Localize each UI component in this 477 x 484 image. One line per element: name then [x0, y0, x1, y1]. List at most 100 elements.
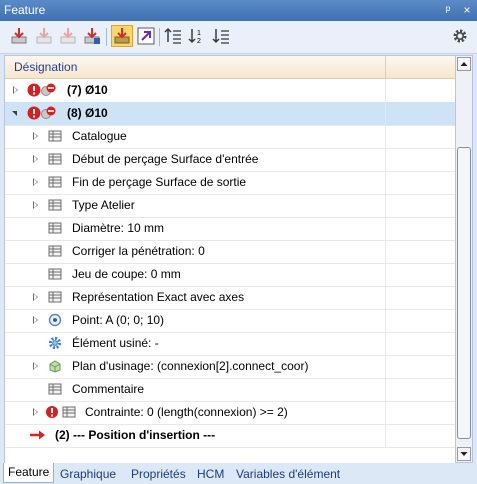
insert-feature-icon[interactable]	[9, 26, 29, 46]
tree-row-end-surface[interactable]: Fin de perçage Surface de sortie	[5, 171, 455, 195]
close-icon[interactable]: ×	[459, 2, 475, 18]
tree-row-label: Commentaire	[72, 382, 145, 396]
expand-arrow-icon[interactable]	[33, 293, 38, 301]
tree-row-diametre[interactable]: Diamètre: 10 mm	[5, 217, 455, 241]
tree-row-feature-8[interactable]: (8) Ø10	[5, 102, 455, 126]
tree-row-label: Type Atelier	[72, 198, 135, 212]
drill-feature-icon	[41, 106, 56, 120]
tree-row-label: (8) Ø10	[67, 106, 108, 120]
expand-arrow-icon[interactable]	[33, 316, 38, 324]
tree-row-label: Début de perçage Surface d'entrée	[72, 152, 259, 166]
column-line	[385, 79, 386, 102]
parameter-table-icon	[48, 290, 62, 304]
tree-row-label: Plan d'usinage: (connexion[2].connect_co…	[72, 359, 309, 373]
column-line	[385, 378, 386, 401]
error-icon	[27, 106, 41, 120]
expand-arrow-icon[interactable]	[33, 201, 38, 209]
point-icon	[48, 313, 62, 327]
tree-row-element-usine[interactable]: Élément usiné: -	[5, 332, 455, 356]
expand-arrow-icon[interactable]	[33, 155, 38, 163]
insert-disabled-icon[interactable]	[58, 26, 78, 46]
tree-row-label: Diamètre: 10 mm	[72, 221, 165, 235]
column-header-label: Désignation	[14, 60, 78, 74]
column-line	[385, 263, 386, 286]
column-line	[385, 286, 386, 309]
tree-row-start-surface[interactable]: Début de perçage Surface d'entrée	[5, 148, 455, 172]
sort-up-icon[interactable]	[163, 26, 183, 46]
tree-row-label: Élément usiné: -	[72, 336, 159, 350]
tab-feature[interactable]: Feature	[3, 463, 55, 483]
scroll-up-button[interactable]	[457, 57, 471, 71]
parameter-table-icon	[48, 129, 62, 143]
svg-text:2: 2	[197, 38, 201, 45]
tree-row-insertion-position[interactable]: (2) --- Position d'insertion ---	[5, 424, 455, 448]
parameter-table-icon	[48, 152, 62, 166]
tree-row-label: (2) --- Position d'insertion ---	[55, 428, 216, 442]
tab-variables-element[interactable]: Variables d'élément	[232, 466, 344, 483]
column-line	[385, 102, 386, 125]
expand-arrow-icon[interactable]	[33, 408, 38, 416]
link-arrow-icon[interactable]	[136, 26, 156, 46]
tab-proprietes[interactable]: Propriétés	[127, 466, 190, 483]
insert-disabled-icon[interactable]	[34, 26, 54, 46]
tree-row-penetration[interactable]: Corriger la pénétration: 0	[5, 240, 455, 264]
insert-highlight-icon[interactable]	[111, 25, 133, 47]
tree-row-type-atelier[interactable]: Type Atelier	[5, 194, 455, 218]
tree-row-point[interactable]: Point: A (0; 0; 10)	[5, 309, 455, 333]
parameter-table-icon	[48, 175, 62, 189]
gear-icon[interactable]	[451, 27, 469, 45]
sort-numbers-icon[interactable]: 12	[187, 26, 207, 46]
column-line	[385, 171, 386, 194]
svg-text:1: 1	[197, 30, 201, 37]
expand-arrow-icon[interactable]	[33, 178, 38, 186]
collapse-arrow-icon[interactable]	[12, 111, 17, 116]
parameter-table-icon	[48, 244, 62, 258]
tree-row-label: Corriger la pénétration: 0	[72, 244, 205, 258]
column-line	[385, 125, 386, 148]
insert-red-icon[interactable]	[82, 26, 102, 46]
tree-row-jeu-de-coupe[interactable]: Jeu de coupe: 0 mm	[5, 263, 455, 287]
expand-arrow-icon[interactable]	[33, 362, 38, 370]
workplane-cube-icon	[48, 359, 62, 373]
parameter-table-icon	[62, 405, 76, 419]
tree-row-catalogue[interactable]: Catalogue	[5, 125, 455, 149]
tree-row-commentaire[interactable]: Commentaire	[5, 378, 455, 402]
tree-row-representation[interactable]: Représentation Exact avec axes	[5, 286, 455, 310]
tree-row-plan-usinage[interactable]: Plan d'usinage: (connexion[2].connect_co…	[5, 355, 455, 379]
tab-graphique[interactable]: Graphique	[56, 466, 120, 483]
sort-down-icon[interactable]	[211, 26, 231, 46]
expand-arrow-icon[interactable]	[33, 132, 38, 140]
feature-tree: Désignation (7) Ø10 (8) Ø10 Catalogue Dé…	[4, 55, 456, 465]
feature-panel: Feature ᵖ × 12 Désignation (7) Ø10 (8) Ø…	[0, 0, 477, 484]
column-line	[385, 309, 386, 332]
error-icon	[27, 83, 41, 97]
drill-feature-icon	[41, 83, 56, 97]
tree-row-contrainte[interactable]: Contrainte: 0 (length(connexion) >= 2)	[5, 401, 455, 425]
tab-hcm[interactable]: HCM	[193, 466, 228, 483]
toolbar-separator	[106, 28, 107, 46]
toolbar-separator	[159, 28, 160, 46]
pin-icon[interactable]: ᵖ	[440, 2, 456, 18]
panel-titlebar: Feature ᵖ ×	[0, 0, 477, 21]
expand-arrow-icon[interactable]	[13, 86, 18, 94]
scroll-down-button[interactable]	[457, 447, 471, 461]
red-arrow-icon	[29, 428, 47, 442]
parameter-table-icon	[48, 198, 62, 212]
column-line	[385, 240, 386, 263]
column-line	[385, 217, 386, 240]
parameter-table-icon	[48, 382, 62, 396]
error-icon	[45, 405, 59, 419]
tree-row-feature-7[interactable]: (7) Ø10	[5, 79, 455, 103]
column-divider[interactable]	[385, 56, 386, 78]
tree-row-label: Point: A (0; 0; 10)	[72, 313, 165, 327]
gear-part-icon	[48, 336, 62, 350]
column-line	[385, 401, 386, 424]
parameter-table-icon	[48, 267, 62, 281]
scroll-thumb[interactable]	[457, 147, 471, 439]
tree-row-label: Fin de perçage Surface de sortie	[72, 175, 247, 189]
tree-row-label: Représentation Exact avec axes	[72, 290, 245, 304]
vertical-scrollbar[interactable]	[455, 55, 473, 463]
bottom-tabs: Feature Graphique Propriétés HCM Variabl…	[0, 463, 477, 484]
column-header[interactable]: Désignation	[5, 56, 455, 79]
tree-row-label: Catalogue	[72, 129, 127, 143]
